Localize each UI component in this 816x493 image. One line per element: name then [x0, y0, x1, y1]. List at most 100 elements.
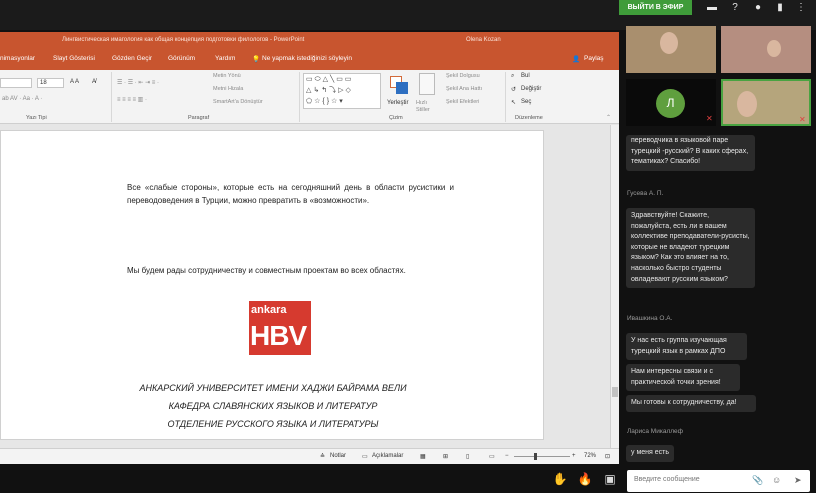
align-text-button[interactable]: Metni Hizala: [213, 86, 243, 92]
reaction-icon[interactable]: 🔥: [577, 472, 593, 486]
ppt-title-bar: Лингвистическая имагология как общая кон…: [0, 32, 619, 49]
zoom-slider[interactable]: [514, 456, 570, 457]
tab-review[interactable]: Gözden Geçir: [112, 55, 152, 62]
lightbulb-icon: 💡: [252, 56, 261, 63]
tab-help[interactable]: Yardım: [215, 55, 235, 62]
slideshow-view-icon[interactable]: ▭: [489, 453, 495, 460]
slide-canvas: Все «слабые стороны», которые есть на се…: [0, 125, 610, 448]
chat-message: У нас есть группа изучающая турецкий язы…: [626, 333, 747, 361]
replace-button[interactable]: Değiştir: [521, 86, 541, 92]
university-name: АНКАРСКИЙ УНИВЕРСИТЕТ ИМЕНИ ХАДЖИ БАЙРАМ…: [139, 383, 407, 393]
shape-effects-button[interactable]: Şekil Efektleri: [446, 99, 479, 105]
chat-message: Нам интересны связи и с практической точ…: [626, 364, 740, 392]
group-drawing-label: Çizim: [389, 115, 403, 121]
user-icon[interactable]: ●: [751, 1, 765, 15]
text-direction-button[interactable]: Metin Yönü: [213, 73, 241, 79]
status-bar: ≙ Notlar ▭ Açıklamalar ▦ ⊞ ▯ ▭ − + 72% ⊡: [0, 448, 619, 464]
emoji-icon[interactable]: ☺: [772, 475, 781, 485]
list-icons[interactable]: ☰ · ☰ · ⇤ ⇥ ≡ ·: [117, 79, 159, 86]
zoom-level[interactable]: 72%: [584, 453, 596, 459]
share-button[interactable]: Paylaş: [584, 55, 604, 62]
zoom-out-button[interactable]: −: [505, 453, 509, 459]
group-paragraph-label: Paragraf: [188, 115, 210, 121]
shapes-gallery[interactable]: ▭⬭△╲▭▭ △↳↰⤵▷◇ ⬠☆{}☆▾: [303, 73, 381, 109]
powerpoint-window: Лингвистическая имагология как общая кон…: [0, 32, 619, 464]
chat-message: Здравствуйте! Скажите, пожалуйста, есть …: [626, 208, 755, 289]
more-icon[interactable]: ⋮: [794, 1, 808, 15]
chat-author: Гусева А. П.: [627, 190, 664, 197]
select-button[interactable]: Seç: [521, 99, 531, 105]
scroll-thumb[interactable]: [612, 387, 618, 397]
comments-icon[interactable]: ▭: [362, 453, 368, 460]
grow-font-icon[interactable]: A A: [70, 79, 79, 85]
share-icon[interactable]: 👤: [572, 55, 580, 63]
video-conference-window: ВЫЙТИ В ЭФИР ▬ ? ● ▮ ⋮ Лингвистическая и…: [0, 0, 816, 493]
participant-video-4[interactable]: ✕: [721, 79, 811, 126]
search-icon[interactable]: ⌕: [511, 73, 514, 80]
send-icon[interactable]: ➤: [794, 475, 802, 486]
go-live-button[interactable]: ВЫЙТИ В ЭФИР: [619, 0, 692, 15]
raise-hand-icon[interactable]: ✋: [552, 472, 568, 486]
find-button[interactable]: Bul: [521, 73, 530, 79]
chat-message: у меня есть: [626, 445, 674, 462]
meeting-controls: ✋ 🔥 ▣: [0, 464, 619, 493]
ribbon: 18 A A A̸ ab AV · Aa · A · ☰ · ☰ · ⇤ ⇥ ≡…: [0, 70, 619, 124]
comments-button[interactable]: Açıklamalar: [372, 453, 403, 459]
department-name: КАФЕДРА СЛАВЯНСКИХ ЯЗЫКОВ И ЛИТЕРАТУР: [168, 401, 378, 411]
arrange-icon[interactable]: [387, 73, 413, 97]
chat-author: Лариса Микаллеф: [627, 428, 683, 435]
slide-paragraph-1: Все «слабые стороны», которые есть на се…: [127, 183, 454, 205]
ankara-hbv-logo: ankara HBV: [249, 301, 311, 355]
reading-view-icon[interactable]: ▯: [466, 453, 469, 460]
chat-icon[interactable]: ▬: [705, 1, 719, 15]
char-format-icons[interactable]: ab AV · Aa · A ·: [2, 96, 42, 102]
slide-paragraph-2: Мы будем рады сотрудничеству и совместны…: [127, 266, 406, 275]
replace-icon[interactable]: ↺: [511, 86, 516, 93]
notes-icon[interactable]: ≙: [320, 453, 325, 460]
tab-slideshow[interactable]: Slayt Gösterisi: [53, 55, 95, 62]
tell-me-search[interactable]: Ne yapmak istediğinizi söyleyin: [262, 55, 352, 62]
document-title: Лингвистическая имагология как общая кон…: [62, 37, 305, 43]
quick-styles-button[interactable]: Hızlı Stiller: [416, 100, 440, 114]
fit-slide-icon[interactable]: ⊡: [605, 453, 610, 460]
collapse-ribbon-icon[interactable]: ⌃: [606, 114, 611, 121]
file-icon[interactable]: ▮: [773, 1, 787, 15]
ribbon-tabs: nimasyonlar Slayt Gösterisi Gözden Geçir…: [0, 49, 619, 70]
font-size-select[interactable]: 18: [37, 78, 64, 88]
shape-fill-button[interactable]: Şekil Dolgusu: [446, 73, 480, 79]
shape-outline-button[interactable]: Şekil Ana Hattı: [446, 86, 482, 92]
participant-video-1[interactable]: [626, 26, 716, 73]
group-editing-label: Düzenleme: [515, 115, 543, 121]
sorter-view-icon[interactable]: ⊞: [443, 453, 448, 460]
tab-view[interactable]: Görünüm: [168, 55, 195, 62]
screen-share-icon[interactable]: ▣: [602, 472, 618, 486]
clear-format-icon[interactable]: A̸: [92, 79, 96, 85]
chat-message: Мы готовы к сотрудничеству, да!: [626, 395, 756, 412]
font-family-select[interactable]: [0, 78, 32, 88]
help-icon[interactable]: ?: [728, 1, 742, 15]
zoom-in-button[interactable]: +: [572, 453, 576, 459]
user-name: Olena Kozan: [466, 37, 501, 43]
group-font-label: Yazı Tipi: [26, 115, 47, 121]
chat-author: Ивашкина О.А.: [627, 315, 673, 322]
attach-icon[interactable]: 📎: [752, 475, 763, 486]
align-icons[interactable]: ≡ ≡ ≡ ≡ ▥ ·: [117, 96, 147, 103]
chat-input[interactable]: Введите сообщение 📎 ☺ ➤: [627, 470, 810, 492]
section-name: ОТДЕЛЕНИЕ РУССКОГО ЯЗЫКА И ЛИТЕРАТУРЫ: [167, 419, 379, 429]
vertical-scrollbar[interactable]: [610, 125, 619, 448]
normal-view-icon[interactable]: ▦: [420, 453, 426, 460]
slide: Все «слабые стороны», которые есть на се…: [0, 130, 544, 440]
tab-animations[interactable]: nimasyonlar: [0, 55, 35, 62]
arrange-button[interactable]: Yerleştir: [387, 100, 408, 106]
zoom-slider-thumb[interactable]: [534, 453, 537, 460]
quick-styles-icon[interactable]: [419, 73, 435, 95]
select-icon[interactable]: ↖: [511, 99, 516, 106]
chat-message: переводчика в языковой паре турецкий -ру…: [626, 135, 755, 171]
avatar: Л: [656, 89, 685, 118]
mic-off-icon: ✕: [706, 114, 713, 123]
participant-video-2[interactable]: [721, 26, 811, 73]
chat-panel: переводчика в языковой паре турецкий -ру…: [619, 131, 816, 467]
mic-off-icon: ✕: [799, 115, 806, 124]
smartart-button[interactable]: SmartArt'a Dönüştür: [213, 99, 263, 105]
notes-button[interactable]: Notlar: [330, 453, 346, 459]
